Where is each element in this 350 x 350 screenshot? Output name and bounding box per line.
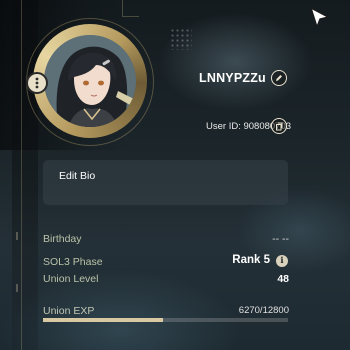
edit-name-button[interactable] (271, 70, 287, 86)
profile-screen: LNNYPZZu User ID: 908080703 Edit Bio Bir… (0, 0, 350, 350)
union-exp-progress-fill (43, 318, 164, 322)
username: LNNYPZZu (199, 71, 266, 85)
sol3-phase-value: Rank 5 (232, 254, 270, 266)
dot-grid-decoration (170, 28, 192, 50)
birthday-value: -- -- (272, 233, 289, 245)
copy-icon (276, 122, 283, 130)
union-exp-label: Union EXP (43, 305, 95, 317)
pencil-icon (276, 75, 282, 81)
birthday-label: Birthday (43, 233, 82, 245)
union-exp-progress-track (43, 318, 288, 322)
union-level-value: 48 (277, 273, 289, 285)
cursor-arrow-icon (310, 7, 329, 28)
copy-id-button[interactable] (271, 118, 287, 134)
avatar-portrait-icon (44, 35, 136, 127)
rail-line-decoration (21, 0, 22, 350)
union-exp-value: 6270/12800 (238, 305, 289, 316)
union-level-label: Union Level (43, 273, 99, 285)
more-vertical-icon (35, 77, 39, 89)
rail-dash-decoration (16, 232, 18, 240)
avatar[interactable] (44, 35, 136, 127)
edit-bio-box[interactable]: Edit Bio (43, 160, 288, 205)
rail-dash-decoration (16, 284, 18, 292)
edit-bio-label: Edit Bio (59, 170, 96, 182)
more-options-button[interactable] (26, 72, 48, 94)
info-icon[interactable]: i (276, 255, 288, 267)
sol3-phase-label: SOL3 Phase (43, 256, 103, 268)
frame-corner-decoration (122, 0, 139, 17)
